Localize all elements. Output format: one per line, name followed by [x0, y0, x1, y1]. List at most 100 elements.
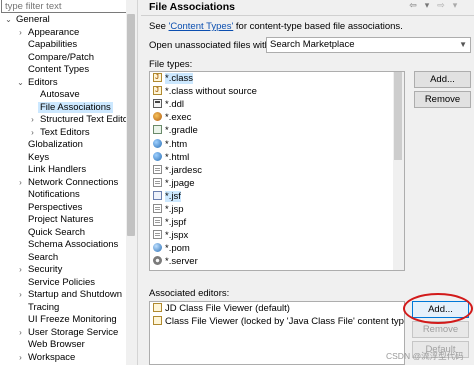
editor-row[interactable]: JD Class File Viewer (default) — [153, 303, 290, 315]
chevron-right-icon[interactable]: › — [28, 114, 37, 126]
editor-row[interactable]: Class File Viewer (locked by 'Java Class… — [153, 315, 404, 328]
gradle-icon — [153, 125, 162, 135]
tree-item-label: Schema Associations — [28, 239, 119, 250]
tree-item[interactable]: Compare/Patch — [16, 52, 94, 64]
chevron-right-icon[interactable]: › — [16, 352, 25, 364]
forward-arrow-icon[interactable]: ⇨ — [434, 0, 448, 11]
file-type-row[interactable]: *.jpage — [153, 177, 195, 190]
file-type-row[interactable]: *.gradle — [153, 125, 198, 137]
tree-item[interactable]: Project Natures — [16, 214, 93, 226]
file-type-row[interactable]: *.ddl — [153, 99, 184, 111]
tree-item[interactable]: › Text Editors — [28, 127, 89, 139]
file-types-scrollbar-thumb[interactable] — [394, 72, 402, 160]
file-type-row[interactable]: *.jspf — [153, 217, 186, 229]
tree-item[interactable]: Web Browser — [16, 339, 85, 351]
chevron-down-icon[interactable]: ⌄ — [16, 77, 25, 89]
tree-item-label: File Associations — [38, 101, 113, 113]
chevron-right-icon[interactable]: › — [16, 289, 25, 301]
associated-editors-list[interactable]: JD Class File Viewer (default) Class File… — [149, 301, 405, 365]
tree-item[interactable]: Autosave — [28, 89, 80, 101]
highlight-annotation — [403, 293, 473, 324]
file-types-scrollbar[interactable] — [393, 72, 404, 270]
tree-item[interactable]: › Network Connections — [16, 177, 118, 189]
tree-item[interactable]: › User Storage Service — [16, 327, 118, 339]
tree-item-label: Network Connections — [28, 176, 119, 188]
tree-item-label: Capabilities — [28, 39, 78, 50]
file-type-label: *.pom — [165, 243, 190, 255]
tree-item[interactable]: Keys — [16, 152, 49, 164]
back-arrow-icon[interactable]: ⇦ — [406, 0, 420, 11]
tree-item[interactable]: ⌄ Editors — [16, 76, 58, 89]
tree-item-label: Appearance — [28, 26, 80, 38]
tree-item-label: Notifications — [28, 189, 80, 200]
tree-item[interactable]: Quick Search — [16, 227, 85, 239]
chevron-right-icon[interactable]: › — [16, 27, 25, 39]
tree-item[interactable]: › Workspace — [16, 352, 75, 364]
file-type-row[interactable]: *.exec — [153, 112, 191, 124]
tree-item[interactable]: Content Types — [16, 64, 89, 76]
unassociated-editor-select[interactable]: Search Marketplace ▼ — [266, 37, 471, 53]
tree-item-label: UI Freeze Monitoring — [28, 314, 117, 325]
tree-item[interactable]: Globalization — [16, 139, 83, 151]
file-type-row[interactable]: *.class without source — [153, 85, 257, 98]
tree-item[interactable]: ⌄ General — [4, 14, 50, 26]
tree-item[interactable]: Service Policies — [16, 277, 95, 289]
class-icon — [153, 72, 162, 84]
watermark: CSDN @流浮型代码 — [386, 351, 464, 361]
file-type-row[interactable]: *.jsp — [153, 204, 183, 216]
file-type-label: *.server — [165, 256, 198, 268]
file-type-label: *.jpage — [165, 177, 195, 189]
file-icon — [153, 217, 162, 227]
tree-item-label: Search — [28, 251, 59, 263]
tree-item[interactable]: Tracing — [16, 302, 59, 314]
tree-item[interactable]: Capabilities — [16, 39, 77, 51]
file-type-row[interactable]: *.pom — [153, 243, 190, 255]
chevron-right-icon[interactable]: › — [16, 327, 25, 339]
tree-item-label: Globalization — [28, 139, 83, 150]
file-type-label: *.jsp — [165, 204, 184, 215]
file-type-row[interactable]: *.server — [153, 256, 198, 268]
tree-item[interactable]: Schema Associations — [16, 239, 118, 251]
file-types-list[interactable]: *.class *.class without source*.ddl*.exec… — [149, 71, 405, 271]
tree-item[interactable]: File Associations — [28, 101, 113, 114]
chevron-right-icon[interactable]: › — [16, 264, 25, 276]
tree-scrollbar-thumb[interactable] — [127, 14, 135, 236]
file-type-label: *.jsf — [165, 190, 181, 202]
chevron-right-icon[interactable]: › — [16, 177, 25, 189]
tree-item[interactable]: Perspectives — [16, 202, 82, 214]
file-type-row[interactable]: *.html — [153, 151, 190, 164]
tree-item-label: Editors — [28, 76, 58, 88]
file-type-row[interactable]: *.jardesc — [153, 164, 202, 177]
file-type-row[interactable]: *.class — [153, 72, 193, 85]
tree-item[interactable]: › Appearance — [16, 27, 79, 39]
associated-editors-label: Associated editors: — [149, 288, 230, 299]
file-type-label: *.html — [165, 151, 190, 163]
file-type-row[interactable]: *.jspx — [153, 230, 188, 242]
remove-file-type-button[interactable]: Remove — [414, 91, 471, 108]
content-types-link[interactable]: 'Content Types' — [169, 21, 234, 32]
tree-item[interactable]: › Startup and Shutdown — [16, 289, 122, 301]
file-types-label: File types: — [149, 59, 193, 70]
tree-item[interactable]: › Security — [16, 264, 62, 276]
chevron-down-icon: ▼ — [459, 40, 467, 49]
add-file-type-button[interactable]: Add... — [414, 71, 471, 88]
file-type-row[interactable]: *.htm — [153, 138, 187, 151]
file-type-row[interactable]: *.jsf — [153, 190, 181, 203]
file-type-label: *.exec — [165, 112, 192, 124]
back-menu-chevron-icon[interactable]: ▾ — [420, 0, 434, 11]
file-type-label: *.class — [165, 73, 193, 84]
forward-menu-chevron-icon[interactable]: ▾ — [448, 0, 462, 11]
tree-item[interactable]: › Structured Text Editor — [28, 114, 131, 126]
tree-item[interactable]: Search — [16, 252, 58, 264]
filter-input[interactable] — [1, 0, 136, 13]
tree-item-label: Content Types — [28, 64, 90, 75]
tree-item[interactable]: UI Freeze Monitoring — [16, 314, 117, 326]
viewer-icon — [153, 303, 162, 312]
tree-item[interactable]: Link Handlers — [16, 164, 86, 176]
file-icon — [153, 204, 162, 213]
chevron-down-icon[interactable]: ⌄ — [4, 14, 13, 26]
chevron-right-icon[interactable]: › — [28, 127, 37, 139]
tree-item[interactable]: Notifications — [16, 189, 80, 201]
description-prefix: See — [149, 21, 169, 32]
tree-scrollbar[interactable] — [126, 0, 137, 365]
